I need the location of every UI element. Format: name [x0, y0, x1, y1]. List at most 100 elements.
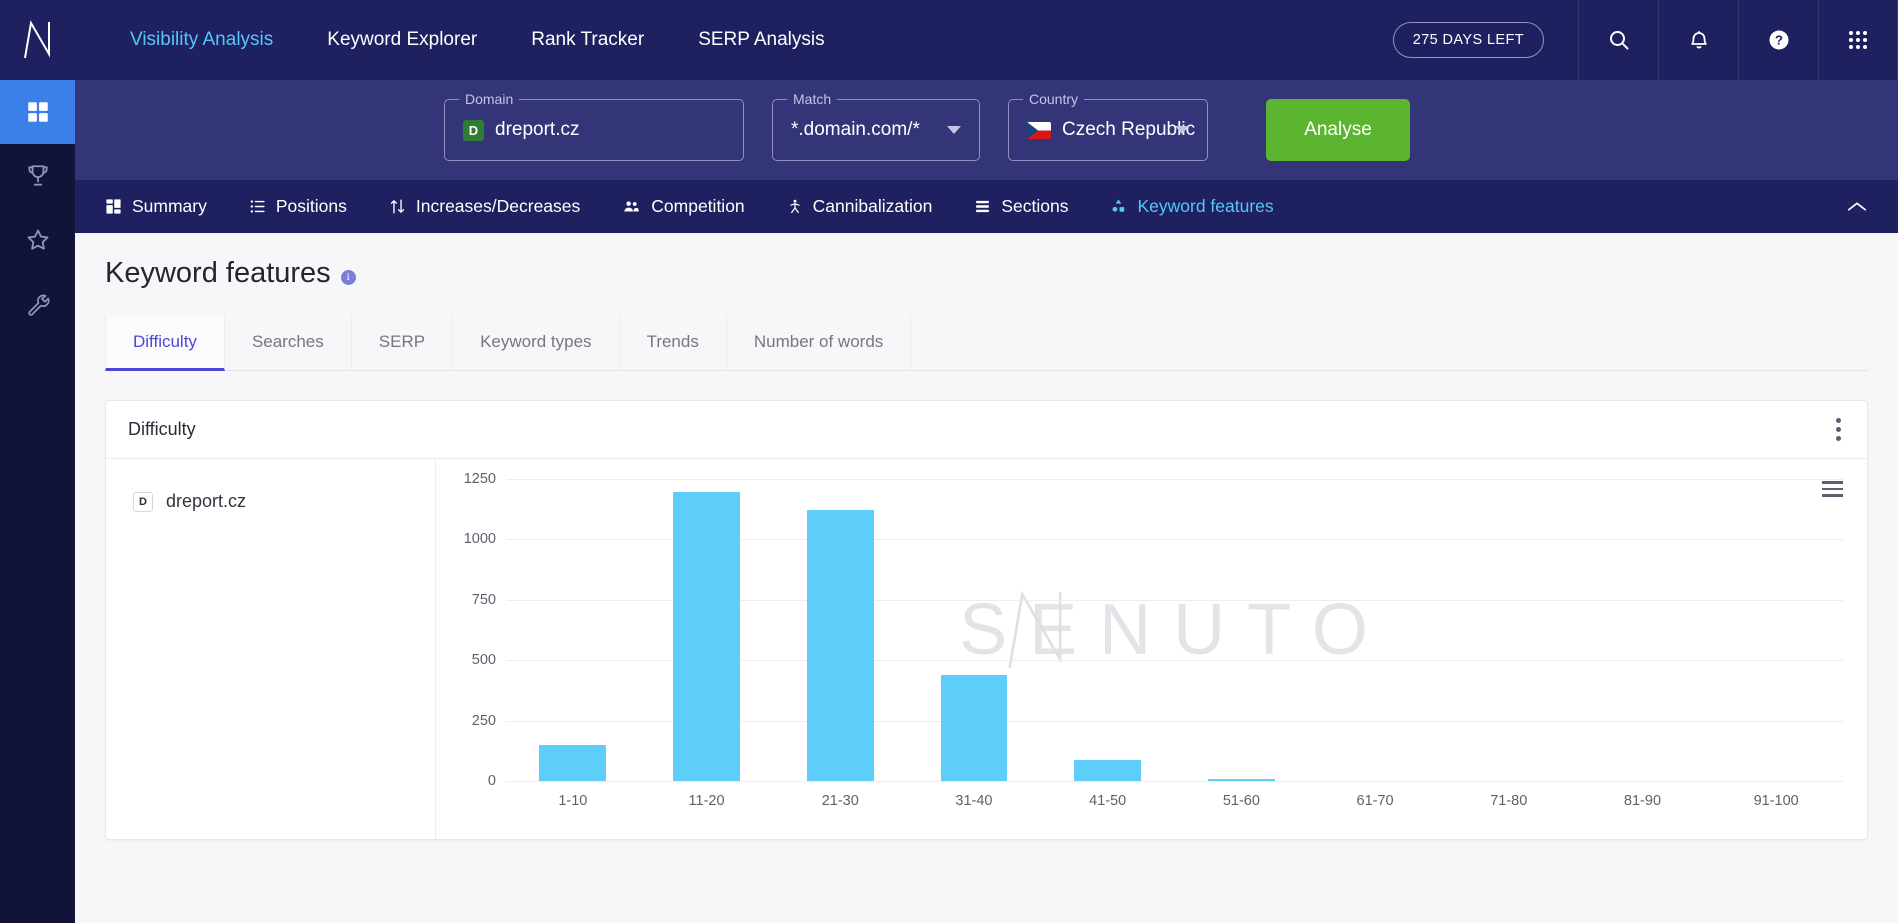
info-icon[interactable]: i [340, 269, 356, 285]
top-navigation-bar: Visibility Analysis Keyword Explorer Ran… [0, 0, 1898, 80]
section-tab-competition[interactable]: Competition [601, 196, 765, 217]
section-tab-label: Sections [1001, 196, 1069, 216]
trophy-icon [27, 165, 48, 186]
arrows-updown-icon [390, 199, 405, 214]
wrench-icon [27, 294, 49, 316]
section-tab-positions[interactable]: Positions [228, 196, 368, 217]
collapse-filters-button[interactable] [1846, 200, 1898, 214]
sub-tab-keyword-types[interactable]: Keyword types [453, 315, 620, 370]
nav-item-visibility-analysis[interactable]: Visibility Analysis [103, 29, 300, 51]
sub-tab-number-of-words[interactable]: Number of words [727, 315, 912, 370]
legend-label: dreport.cz [166, 491, 247, 511]
page-title: Keyword features i [75, 233, 1898, 290]
nav-item-rank-tracker[interactable]: Rank Tracker [504, 29, 671, 51]
section-tab-summary[interactable]: Summary [75, 196, 228, 217]
section-tab-label: Competition [651, 196, 745, 216]
star-icon [27, 229, 48, 250]
bar-11-20[interactable] [673, 492, 740, 781]
chart-area: SENUTO 0 250 500 750 1000 1250 1-10 11-20 21-30… [436, 459, 1867, 839]
bar-slot[interactable]: 71-80 [1442, 479, 1576, 809]
help-button[interactable]: ? [1738, 0, 1818, 80]
card-body: D dreport.cz SENUTO 0 250 500 750 1000 1250 1… [106, 459, 1867, 839]
page-title-text: Keyword features [105, 257, 331, 289]
sub-tab-searches[interactable]: Searches [225, 315, 352, 370]
y-axis-tick-label: 1000 [463, 531, 496, 548]
main-content: Keyword features i Difficulty Searches S… [75, 233, 1898, 923]
sub-tab-bar: Difficulty Searches SERP Keyword types T… [105, 315, 1868, 371]
nav-item-keyword-explorer[interactable]: Keyword Explorer [300, 29, 504, 51]
bar-chart-plot: SENUTO 0 250 500 750 1000 1250 1-10 11-20 21-30… [464, 471, 1843, 809]
section-tab-sections[interactable]: Sections [953, 196, 1089, 217]
sidebar-item-tools[interactable] [0, 272, 75, 336]
bar-31-40[interactable] [940, 674, 1008, 781]
gridline [506, 781, 1843, 782]
match-value: *.domain.com/* [791, 119, 920, 140]
match-select[interactable]: Match *.domain.com/* [772, 91, 980, 161]
bar-slot[interactable]: 51-60 [1175, 479, 1309, 809]
help-icon: ? [1769, 30, 1788, 50]
bar-slot[interactable]: 91-100 [1709, 479, 1843, 809]
chevron-up-icon [1847, 201, 1867, 211]
search-button[interactable] [1578, 0, 1658, 80]
sub-tab-trends[interactable]: Trends [620, 315, 727, 370]
apps-button[interactable] [1818, 0, 1898, 80]
bar-1-10[interactable] [539, 744, 607, 781]
x-axis-tick-label: 71-80 [1490, 793, 1528, 809]
section-tab-label: Increases/Decreases [415, 196, 581, 216]
senuto-logo[interactable] [0, 0, 75, 80]
bar-41-50[interactable] [1074, 760, 1142, 781]
bar-slot[interactable]: 21-30 [773, 479, 907, 809]
legend-favicon-icon: D [133, 491, 153, 512]
y-axis-tick-label: 500 [471, 652, 496, 669]
domain-field[interactable]: Domain D dreport.cz [444, 91, 744, 161]
x-axis-tick-label: 51-60 [1222, 793, 1260, 809]
sub-tab-serp[interactable]: SERP [352, 315, 454, 370]
bar-slot[interactable]: 31-40 [907, 479, 1041, 809]
country-select[interactable]: Country Czech Republic [1008, 91, 1208, 161]
section-tab-increases-decreases[interactable]: Increases/Decreases [368, 196, 601, 217]
x-axis-tick-label: 41-50 [1089, 793, 1127, 809]
section-tab-label: Keyword features [1137, 196, 1274, 216]
sidebar-item-favourites[interactable] [0, 208, 75, 272]
section-tab-keyword-features[interactable]: Keyword features [1089, 196, 1294, 217]
bar-slot[interactable]: 11-20 [640, 479, 774, 809]
primary-nav: Visibility Analysis Keyword Explorer Ran… [75, 0, 852, 80]
x-axis-tick-label: 81-90 [1623, 793, 1662, 809]
stack-icon [976, 200, 990, 213]
section-tab-cannibalization[interactable]: Cannibalization [766, 196, 954, 217]
card-title: Difficulty [128, 419, 196, 439]
notifications-button[interactable] [1658, 0, 1738, 80]
bar-slot[interactable]: 41-50 [1041, 479, 1175, 809]
section-tab-label: Summary [132, 196, 207, 216]
bar-slot[interactable]: 1-10 [506, 479, 640, 809]
chart-bars: 1-10 11-20 21-30 31-40 41-50 51-60 61-70 71-80 8… [506, 479, 1843, 809]
apps-grid-icon [1849, 31, 1867, 49]
difficulty-chart-card: Difficulty D dreport.cz SENUTO 0 250 500… [105, 400, 1868, 840]
y-axis-tick-label: 0 [487, 773, 496, 789]
bar-21-30[interactable] [806, 510, 874, 781]
sidebar-item-trophy[interactable] [0, 144, 75, 208]
sub-tab-difficulty[interactable]: Difficulty [105, 315, 225, 371]
y-axis-tick-label: 1250 [463, 471, 496, 487]
analyse-button[interactable]: Analyse [1266, 99, 1410, 161]
legend-item-dreport[interactable]: D dreport.cz [133, 491, 435, 512]
nav-item-serp-analysis[interactable]: SERP Analysis [671, 29, 851, 51]
x-axis-tick-label: 31-40 [955, 793, 993, 809]
cz-flag-icon [1027, 121, 1051, 139]
x-axis-tick-label: 11-20 [688, 793, 725, 809]
bar-slot[interactable]: 61-70 [1308, 479, 1442, 809]
bar-51-60[interactable] [1207, 778, 1275, 781]
filter-bar: Domain D dreport.cz Match *.domain.com/*… [0, 80, 1898, 180]
kebab-menu-icon[interactable] [1832, 412, 1845, 447]
sidebar-item-dashboard[interactable] [0, 80, 75, 144]
y-axis-tick-label: 250 [471, 712, 496, 729]
x-axis-tick-label: 61-70 [1356, 793, 1394, 809]
x-axis-tick-label: 1-10 [558, 793, 588, 809]
hamburger-menu-icon[interactable] [1822, 481, 1843, 497]
x-axis-tick-label: 91-100 [1753, 793, 1799, 809]
svg-text:?: ? [1775, 33, 1783, 48]
bar-slot[interactable]: 81-90 [1576, 479, 1710, 809]
logo-icon [23, 20, 50, 59]
days-left-badge[interactable]: 275 DAYS LEFT [1392, 22, 1544, 58]
domain-favicon-icon: D [463, 119, 484, 141]
